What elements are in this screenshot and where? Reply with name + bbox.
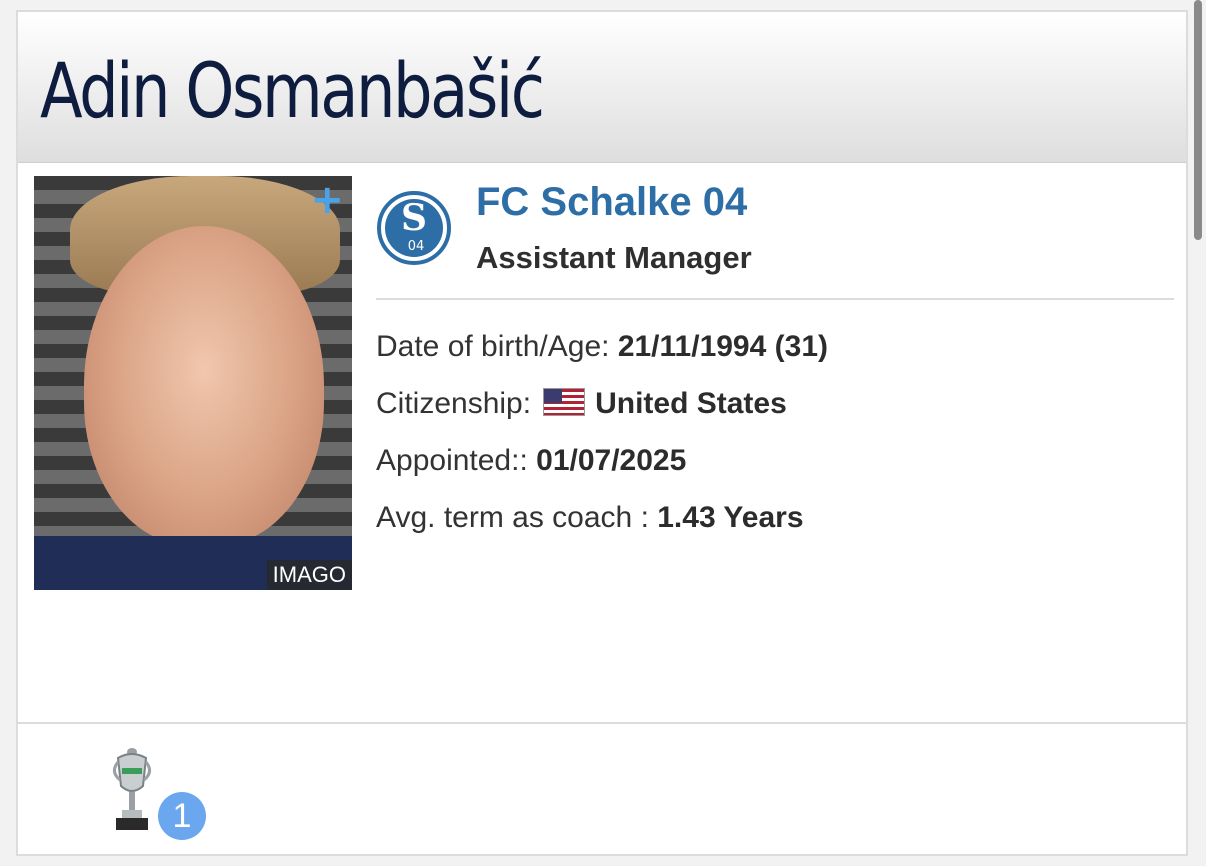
schalke-crest-icon[interactable]: S 04 bbox=[376, 190, 452, 266]
appointed-row: Appointed:: 01/07/2025 bbox=[376, 444, 686, 478]
club-name-link[interactable]: FC Schalke 04 bbox=[476, 180, 747, 225]
role-title: Assistant Manager bbox=[476, 240, 752, 275]
dob-value: 21/11/1994 (31) bbox=[617, 330, 828, 363]
term-row: Avg. term as coach : 1.43 Years bbox=[376, 501, 804, 535]
term-label: Avg. term as coach : bbox=[376, 501, 649, 534]
profile-header: Adin Osmanbašić bbox=[18, 12, 1186, 163]
dob-label: Date of birth/Age: bbox=[376, 330, 610, 363]
dob-row: Date of birth/Age: 21/11/1994 (31) bbox=[376, 330, 828, 364]
citizenship-row: Citizenship: United States bbox=[376, 387, 787, 421]
trophy-count-badge: 1 bbox=[158, 792, 206, 840]
person-name: Adin Osmanbašić bbox=[40, 46, 545, 135]
plus-icon[interactable]: + bbox=[310, 180, 344, 220]
scrollbar[interactable] bbox=[1194, 0, 1202, 240]
citizenship-value: United States bbox=[595, 387, 787, 420]
us-flag-icon bbox=[543, 388, 586, 416]
svg-text:S: S bbox=[401, 197, 427, 239]
profile-card: Adin Osmanbašić + IMAGO S 04 FC Schalke … bbox=[16, 10, 1188, 856]
svg-text:04: 04 bbox=[408, 239, 425, 254]
photo-face bbox=[84, 226, 324, 546]
appointed-value: 01/07/2025 bbox=[536, 444, 687, 477]
citizenship-label: Citizenship: bbox=[376, 387, 532, 420]
appointed-label: Appointed:: bbox=[376, 444, 528, 477]
divider bbox=[376, 298, 1174, 300]
term-value: 1.43 Years bbox=[657, 501, 804, 534]
profile-photo[interactable]: + IMAGO bbox=[34, 176, 352, 590]
trophy-icon[interactable] bbox=[110, 746, 154, 836]
footer-divider bbox=[18, 722, 1186, 724]
photo-credit: IMAGO bbox=[266, 560, 352, 590]
